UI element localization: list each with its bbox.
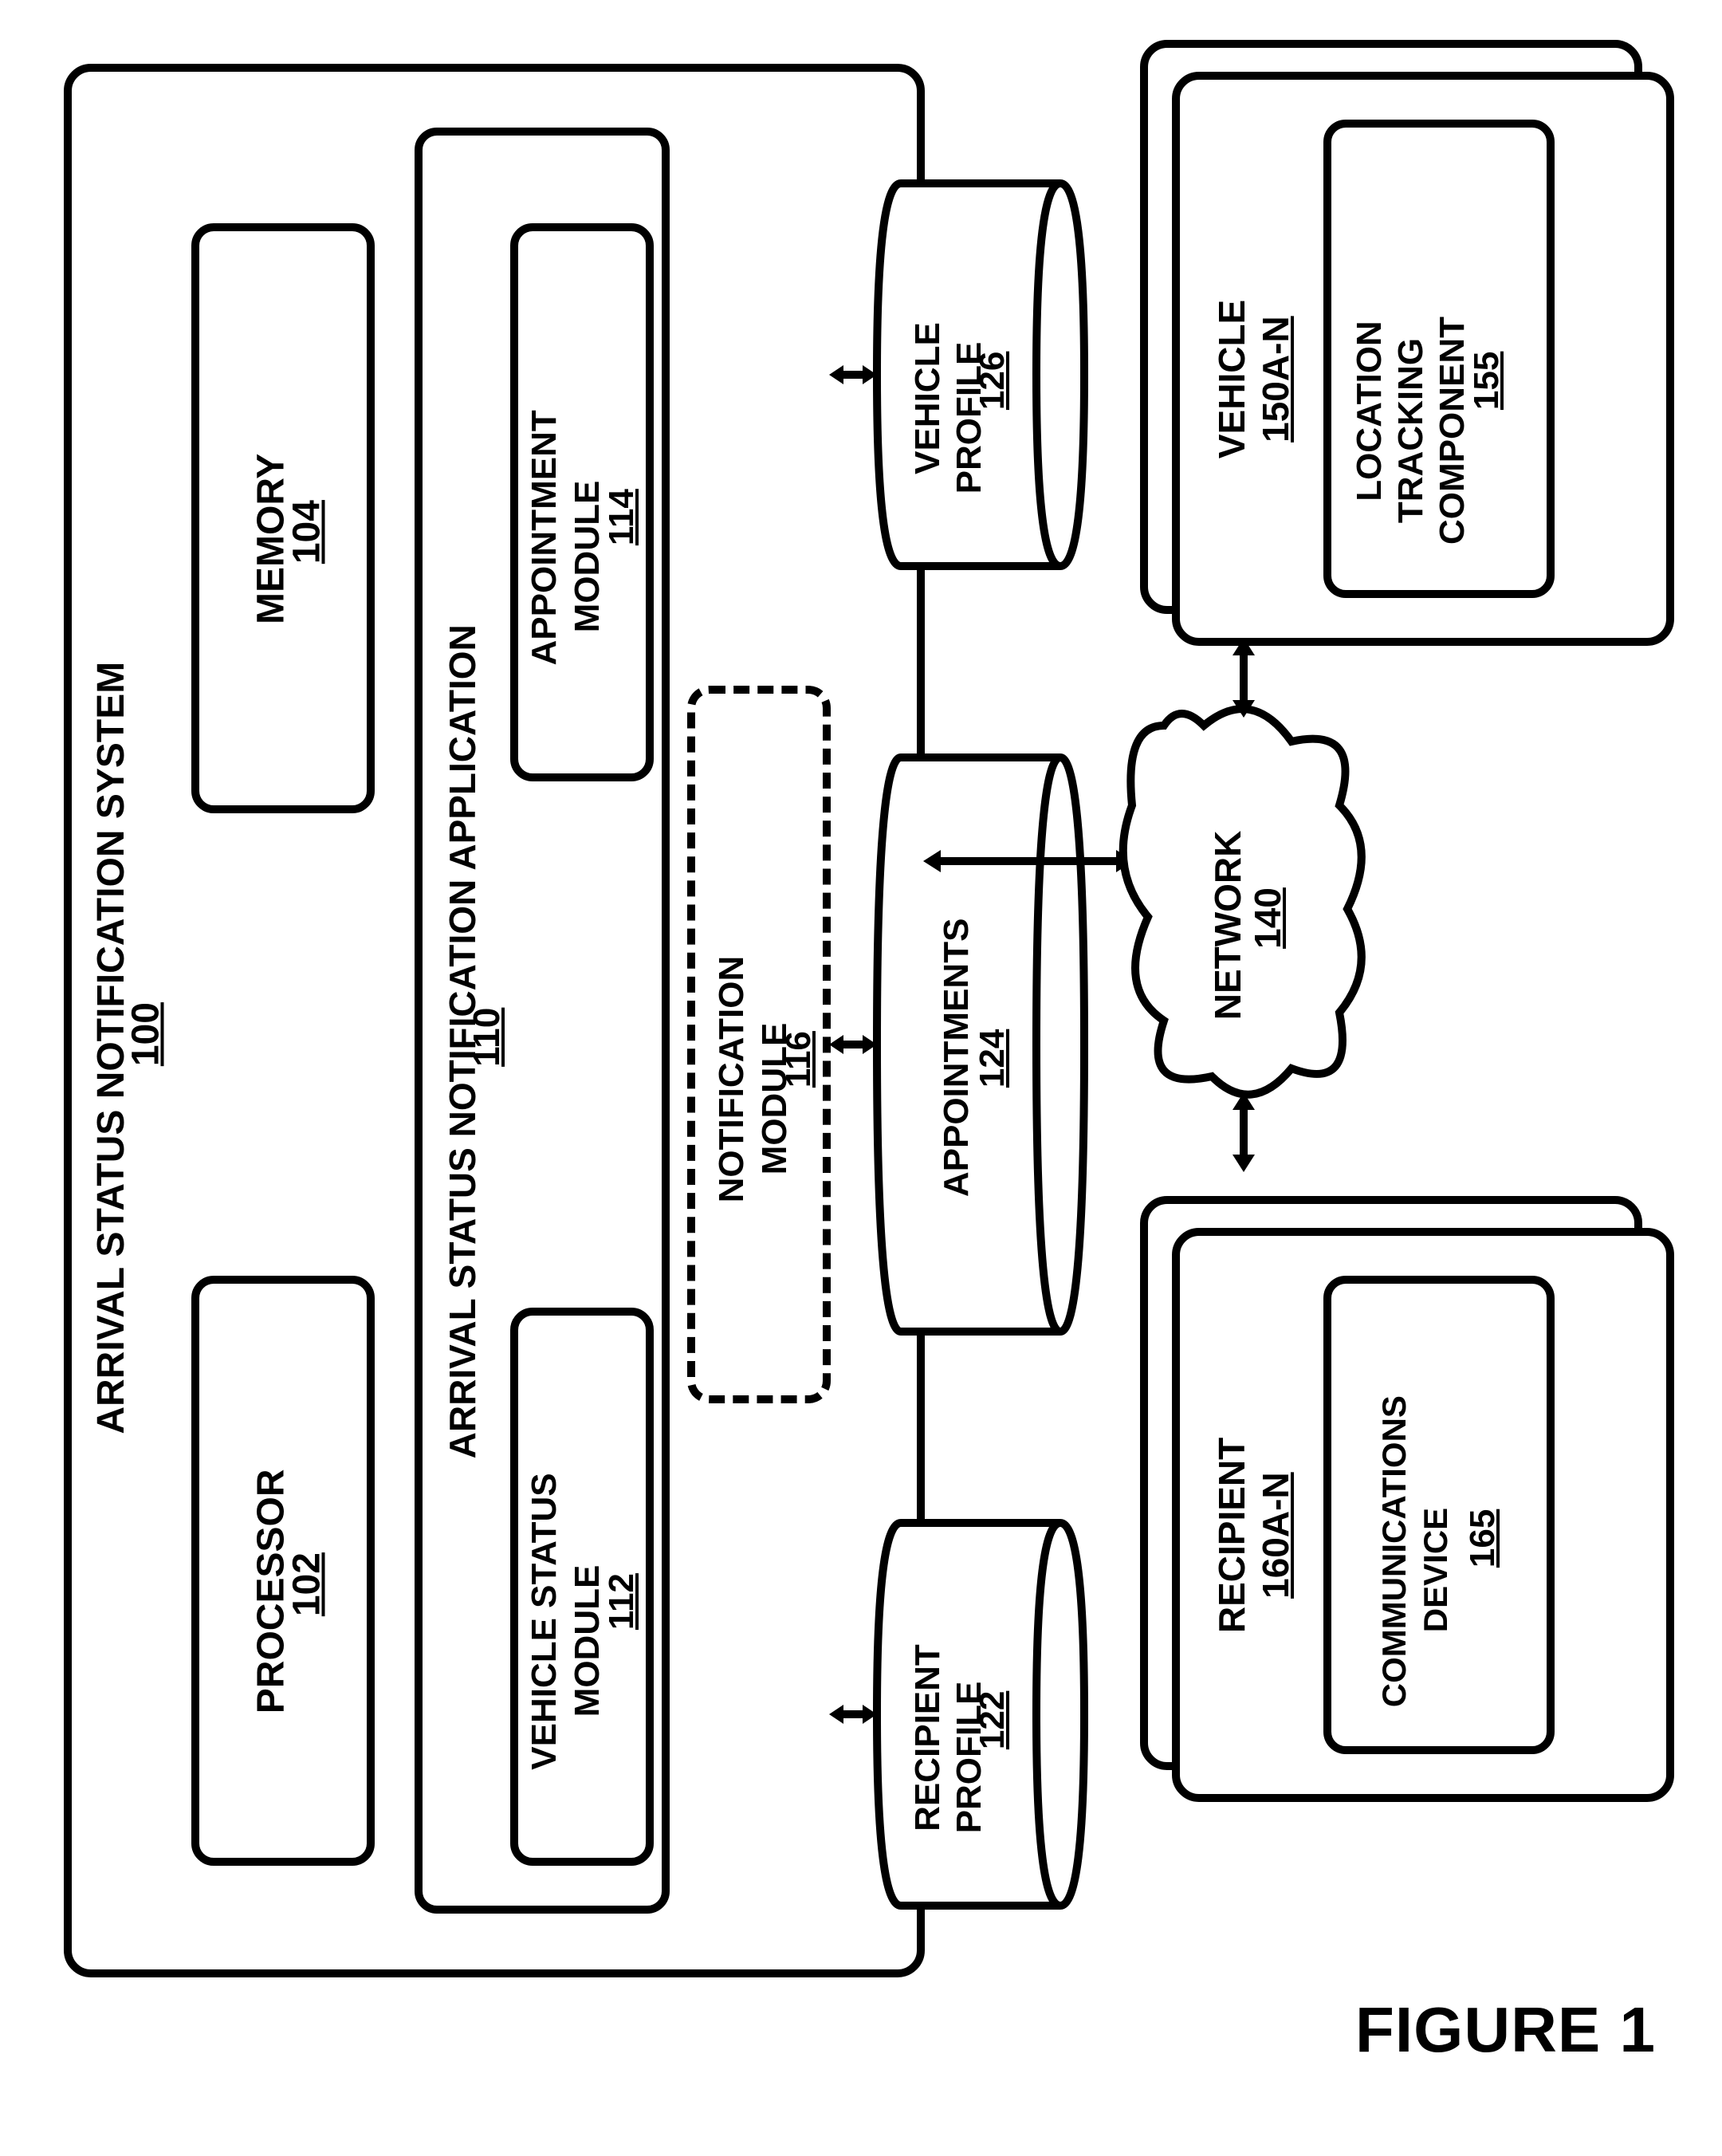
notification-module-ref-text: 116 [779,1031,818,1088]
network-ref: 140 [1203,910,1332,989]
location-tracking-ref-text: 155 [1467,352,1506,410]
arrow-network-vehicle [1228,638,1260,718]
system-ref: 100 [81,1029,212,1109]
recipient-profile-ref: 122 [933,1709,1052,1788]
location-tracking-ref: 155 [1427,353,1547,449]
vehicle-profile-ref: 126 [933,369,1052,449]
app-ref: 110 [422,1028,551,1108]
arrow-network-recipient [1228,1092,1260,1172]
network-ref-text: 140 [1247,887,1288,949]
appointment-module-ref-text: 114 [602,489,641,545]
vehicle-status-ref: 112 [562,1589,682,1669]
arrow-app-to-recipient-db [829,1698,877,1730]
appointments-ref-text: 124 [973,1029,1012,1088]
arrow-app-to-appointments-db [829,1029,877,1060]
figure-label-text: FIGURE 1 [1355,1994,1656,2065]
recipient-ref: 160A-N [1211,1480,1340,1639]
vehicle-profile-ref-text: 126 [973,352,1012,410]
communications-device-ref-text: 165 [1463,1509,1502,1568]
processor-ref: 102 [242,1580,373,1659]
processor-ref-text: 102 [286,1552,328,1616]
arrow-app-to-vehicle-db [829,359,877,391]
memory-ref-text: 104 [286,500,328,564]
recipient-profile-ref-text: 122 [973,1691,1012,1749]
appointments-ref: 124 [933,1047,1052,1127]
figure-label: FIGURE 1 [1355,1993,1656,2067]
arrow-system-network [923,845,1134,877]
communications-device-ref: 165 [1423,1511,1543,1607]
vehicle-ref-text: 150A-N [1255,316,1296,443]
memory-ref: 104 [242,527,373,607]
appointment-module-ref: 114 [562,505,682,584]
recipient-ref-text: 160A-N [1255,1472,1296,1599]
app-ref-text: 110 [466,1008,507,1067]
vehicle-status-ref-text: 112 [602,1573,641,1630]
system-ref-text: 100 [125,1002,167,1066]
